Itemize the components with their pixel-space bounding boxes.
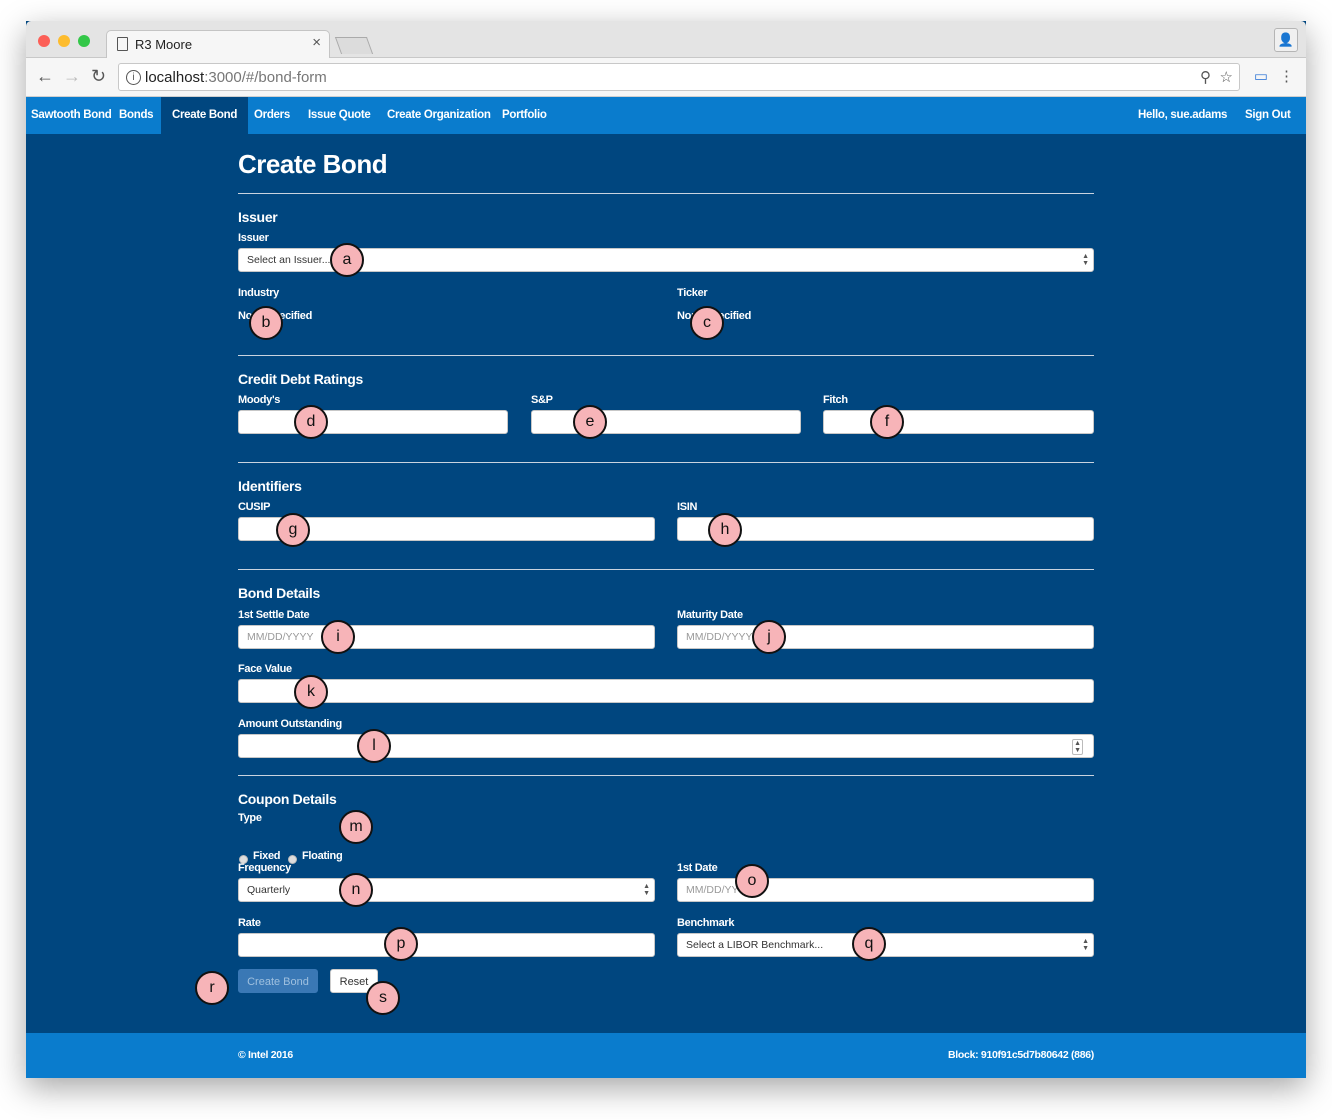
- issuer-section-title: Issuer: [238, 209, 278, 225]
- brand-link[interactable]: Sawtooth Bond: [31, 97, 112, 134]
- tab-title: R3 Moore: [135, 37, 193, 52]
- spinner-icon[interactable]: ▲ ▼: [1072, 739, 1083, 755]
- isin-label: ISIN: [677, 501, 698, 513]
- fitch-input[interactable]: [823, 410, 1094, 434]
- divider: [238, 775, 1094, 776]
- minimize-window-icon[interactable]: [58, 35, 70, 47]
- maturity-date-label: Maturity Date: [677, 609, 743, 621]
- block-info-text: Block: 910f91c5d7b80642 (886): [948, 1049, 1094, 1061]
- back-icon[interactable]: ←: [36, 66, 54, 87]
- marker-l: l: [357, 729, 391, 763]
- marker-b: b: [249, 306, 283, 340]
- issuer-label: Issuer: [238, 232, 269, 244]
- browser-toolbar: ← → ↻ i localhost:3000/#/bond-form ⚲ ☆ ▭…: [26, 58, 1306, 97]
- browser-window: R3 Moore × 👤 ← → ↻ i localhost:3000/#/bo…: [26, 21, 1306, 1078]
- rate-input[interactable]: [238, 933, 655, 957]
- frequency-label: Frequency: [238, 862, 291, 874]
- face-value-label: Face Value: [238, 663, 292, 675]
- select-arrows-icon: ▲ ▼: [1082, 253, 1089, 267]
- marker-n: n: [339, 873, 373, 907]
- url-text: localhost:3000/#/bond-form: [145, 69, 327, 86]
- first-date-label: 1st Date: [677, 862, 718, 874]
- select-arrows-icon: ▲ ▼: [1082, 938, 1089, 952]
- ticker-label: Ticker: [677, 287, 708, 299]
- floating-radio-label[interactable]: Floating: [302, 850, 343, 862]
- marker-i: i: [321, 620, 355, 654]
- reload-icon[interactable]: ↻: [91, 66, 106, 87]
- amount-outstanding-label: Amount Outstanding: [238, 718, 342, 730]
- fitch-label: Fitch: [823, 394, 848, 406]
- marker-a: a: [330, 243, 364, 277]
- copyright-text: © Intel 2016: [238, 1049, 293, 1061]
- marker-r: r: [195, 971, 229, 1005]
- zoom-icon[interactable]: ⚲: [1200, 68, 1211, 86]
- sp-input[interactable]: [531, 410, 801, 434]
- coupon-details-section-title: Coupon Details: [238, 791, 337, 807]
- settle-date-input[interactable]: MM/DD/YYYY: [238, 625, 655, 649]
- settle-date-label: 1st Settle Date: [238, 609, 310, 621]
- new-tab-button[interactable]: [334, 37, 374, 54]
- marker-p: p: [384, 927, 418, 961]
- type-label: Type: [238, 812, 262, 824]
- marker-d: d: [294, 405, 328, 439]
- benchmark-label: Benchmark: [677, 917, 735, 929]
- industry-label: Industry: [238, 287, 279, 299]
- profile-icon[interactable]: 👤: [1274, 28, 1298, 52]
- sp-label: S&P: [531, 394, 553, 406]
- app-navbar: Sawtooth Bond Bonds Create Bond Orders I…: [26, 97, 1306, 134]
- marker-s: s: [366, 981, 400, 1015]
- marker-f: f: [870, 405, 904, 439]
- moodys-label: Moody's: [238, 394, 281, 406]
- marker-q: q: [852, 927, 886, 961]
- divider: [238, 355, 1094, 356]
- select-arrows-icon: ▲ ▼: [643, 883, 650, 897]
- document-icon: [117, 37, 128, 51]
- browser-titlebar: R3 Moore × 👤: [26, 21, 1306, 58]
- marker-e: e: [573, 405, 607, 439]
- divider: [238, 193, 1094, 194]
- cusip-label: CUSIP: [238, 501, 271, 513]
- divider: [238, 462, 1094, 463]
- sign-out-link[interactable]: Sign Out: [1245, 97, 1291, 134]
- fixed-radio-label[interactable]: Fixed: [253, 850, 281, 862]
- marker-h: h: [708, 513, 742, 547]
- moodys-input[interactable]: [238, 410, 508, 434]
- address-bar[interactable]: i localhost:3000/#/bond-form ⚲ ☆: [118, 63, 1240, 91]
- forward-icon[interactable]: →: [63, 66, 81, 87]
- marker-c: c: [690, 306, 724, 340]
- marker-m: m: [339, 810, 373, 844]
- nav-item-bonds[interactable]: Bonds: [119, 97, 154, 134]
- maturity-date-input[interactable]: MM/DD/YYYY: [677, 625, 1094, 649]
- marker-o: o: [735, 864, 769, 898]
- divider: [238, 569, 1094, 570]
- bookmark-star-icon[interactable]: ☆: [1220, 68, 1233, 86]
- close-window-icon[interactable]: [38, 35, 50, 47]
- create-bond-button[interactable]: Create Bond: [238, 969, 318, 993]
- marker-j: j: [752, 620, 786, 654]
- nav-item-issue-quote[interactable]: Issue Quote: [308, 97, 371, 134]
- frequency-select[interactable]: Quarterly ▲ ▼: [238, 878, 655, 902]
- bond-details-section-title: Bond Details: [238, 585, 320, 601]
- footer: © Intel 2016 Block: 910f91c5d7b80642 (88…: [26, 1033, 1306, 1078]
- greeting-text: Hello, sue.adams: [1138, 109, 1228, 121]
- marker-g: g: [276, 513, 310, 547]
- nav-item-create-bond[interactable]: Create Bond: [161, 97, 249, 134]
- rate-label: Rate: [238, 917, 261, 929]
- tab-close-icon[interactable]: ×: [312, 34, 321, 51]
- nav-item-orders[interactable]: Orders: [254, 97, 290, 134]
- browser-tab[interactable]: R3 Moore ×: [106, 30, 330, 58]
- face-value-input[interactable]: [238, 679, 1094, 703]
- ratings-section-title: Credit Debt Ratings: [238, 371, 363, 387]
- issuer-select[interactable]: Select an Issuer... ▲ ▼: [238, 248, 1094, 272]
- maximize-window-icon[interactable]: [78, 35, 90, 47]
- info-icon[interactable]: i: [126, 70, 141, 85]
- nav-item-create-organization[interactable]: Create Organization: [387, 97, 491, 134]
- menu-icon[interactable]: ⋮: [1279, 67, 1294, 85]
- identifiers-section-title: Identifiers: [238, 478, 302, 494]
- cast-icon[interactable]: ▭: [1254, 67, 1268, 85]
- marker-k: k: [294, 675, 328, 709]
- page-title: Create Bond: [238, 149, 388, 179]
- nav-item-portfolio[interactable]: Portfolio: [502, 97, 547, 134]
